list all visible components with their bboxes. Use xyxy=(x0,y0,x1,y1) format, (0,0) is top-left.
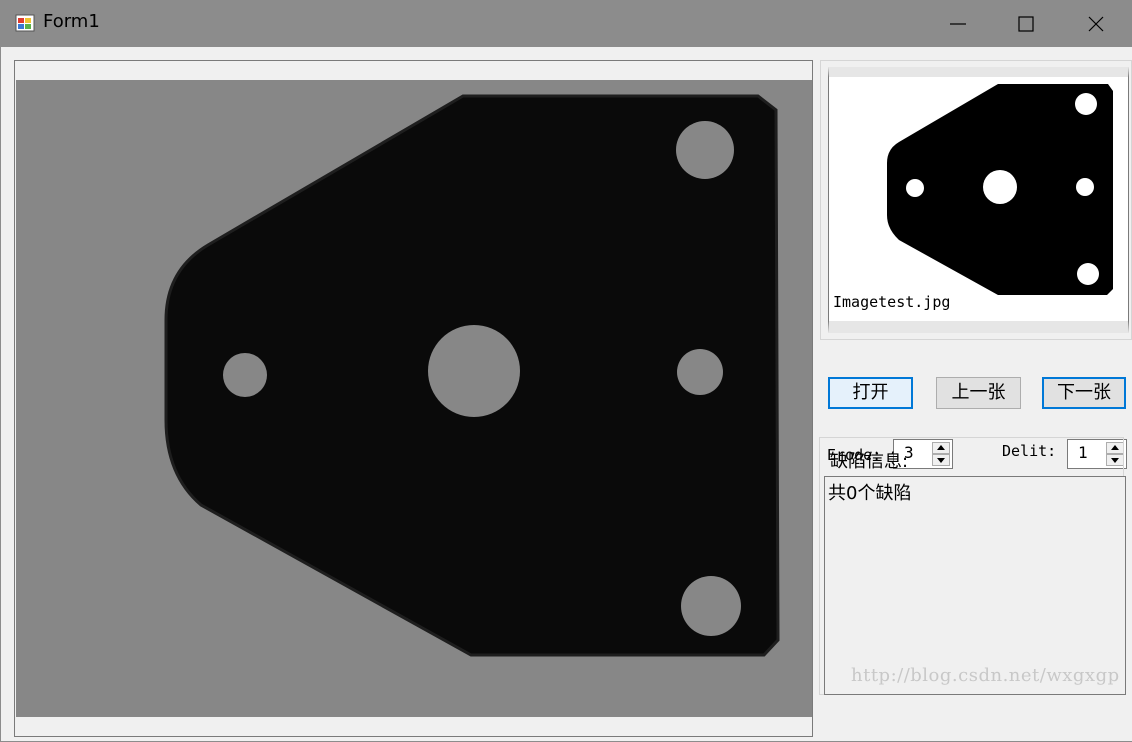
watermark: http://blog.csdn.net/wxgxgp xyxy=(851,665,1120,686)
main-window: Form1 Imagetest.jpg 打开 上一张 下一张 Erode: 3 … xyxy=(0,0,1132,742)
defect-info-textbox[interactable]: 共0个缺陷 xyxy=(824,476,1126,695)
app-icon xyxy=(15,13,35,33)
defect-info-title: 缺陷信息: xyxy=(830,451,909,472)
close-icon xyxy=(1088,16,1104,32)
window-title: Form1 xyxy=(43,11,100,32)
close-button[interactable] xyxy=(1073,1,1119,47)
prev-button[interactable]: 上一张 xyxy=(936,377,1021,409)
minimize-icon xyxy=(950,23,966,25)
open-button[interactable]: 打开 xyxy=(828,377,913,409)
title-bar[interactable]: Form1 xyxy=(1,1,1131,47)
maximize-icon xyxy=(1018,16,1034,32)
next-button[interactable]: 下一张 xyxy=(1042,377,1126,409)
defect-count-text: 共0个缺陷 xyxy=(828,483,912,504)
main-image-view xyxy=(14,60,813,737)
minimize-button[interactable] xyxy=(935,1,981,47)
part-image xyxy=(16,80,812,717)
filename-label: Imagetest.jpg xyxy=(833,293,951,311)
thumbnail-part xyxy=(887,84,1113,295)
maximize-button[interactable] xyxy=(1003,1,1049,47)
